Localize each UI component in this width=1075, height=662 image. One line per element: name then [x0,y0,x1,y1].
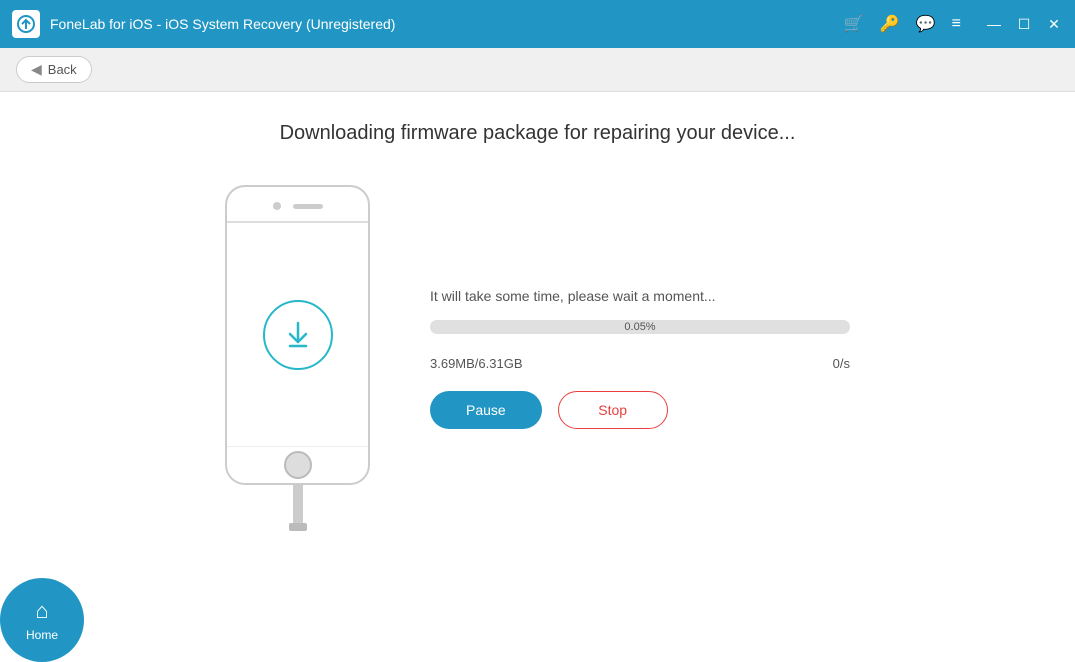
downloaded-size: 3.69MB/6.31GB [430,356,523,371]
app-title: FoneLab for iOS - iOS System Recovery (U… [50,16,395,32]
menu-icon[interactable]: ≡ [952,15,961,33]
download-speed: 0/s [833,356,850,371]
info-panel: It will take some time, please wait a mo… [430,288,850,429]
chat-icon[interactable]: 💬 [916,14,936,34]
wait-message: It will take some time, please wait a mo… [430,288,850,304]
content-area: It will take some time, please wait a mo… [225,185,850,531]
progress-stats: 3.69MB/6.31GB 0/s [430,356,850,371]
home-nav-button[interactable]: ⌂ Home [0,578,84,662]
phone-home-button [284,451,312,479]
close-button[interactable]: ✕ [1045,16,1063,33]
pause-button[interactable]: Pause [430,391,542,429]
phone-bottom [284,447,312,483]
home-icon: ⌂ [35,598,48,624]
phone-screen [227,223,368,447]
nav-bar: ◀ Back [0,48,1075,92]
maximize-button[interactable]: ☐ [1015,16,1033,33]
title-bar: FoneLab for iOS - iOS System Recovery (U… [0,0,1075,48]
stop-button[interactable]: Stop [558,391,668,429]
title-bar-left: FoneLab for iOS - iOS System Recovery (U… [12,10,395,38]
phone-illustration [225,185,370,531]
progress-percent-label: 0.05% [624,321,655,333]
button-row: Pause Stop [430,391,850,429]
page-title: Downloading firmware package for repairi… [280,122,796,145]
app-icon [12,10,40,38]
download-icon [263,300,333,370]
home-nav-label: Home [26,628,58,642]
key-icon[interactable]: 🔑 [880,14,900,34]
main-content: Downloading firmware package for repairi… [0,92,1075,662]
phone-speaker [293,204,323,209]
back-label: Back [48,62,77,77]
progress-container: 0.05% [430,320,850,340]
cable-connector [289,523,307,531]
phone-cable [293,485,303,525]
back-button[interactable]: ◀ Back [16,56,92,83]
cart-icon[interactable]: 🛒 [844,14,864,34]
window-controls: — ☐ ✕ [985,16,1063,33]
phone-top [227,187,368,223]
minimize-button[interactable]: — [985,16,1003,33]
title-bar-right: 🛒 🔑 💬 ≡ — ☐ ✕ [844,14,1063,34]
back-arrow-icon: ◀ [31,61,42,78]
phone-body [225,185,370,485]
phone-camera [273,202,281,210]
